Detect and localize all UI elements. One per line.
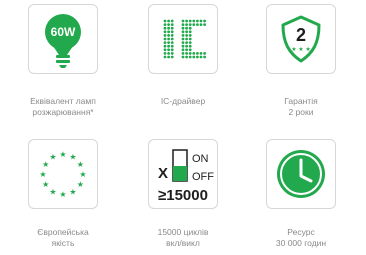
warranty-shield-icon: 2 ★ ★ ★ [266, 4, 336, 74]
clock-icon [266, 139, 336, 209]
star-icon: ★ [59, 190, 66, 199]
star-icon: ★ [77, 160, 84, 169]
star-icon: ★ [79, 170, 86, 179]
feature-caption: Європейська якість [37, 227, 89, 248]
feature-caption: Гарантія 2 роки [284, 96, 318, 117]
star-icon: ★ [42, 160, 49, 169]
star-icon: ★ [59, 150, 66, 159]
feature-caption: Еквівалент ламп розжарювання* [30, 96, 96, 117]
wattage-badge: 60W [51, 25, 76, 39]
cross-icon: X [158, 165, 168, 182]
star-icon: ★ [39, 170, 46, 179]
eu-stars-icon: ★ ★ ★ ★ ★ ★ ★ ★ ★ ★ ★ ★ [28, 139, 98, 209]
off-label: OFF [192, 171, 214, 183]
star-icon: ★ ★ ★ [291, 46, 310, 53]
on-off-switch-icon: X ON OFF ≥15000 [148, 139, 218, 209]
star-icon: ★ [42, 180, 49, 189]
feature-caption: IC-драйвер [160, 96, 206, 106]
star-icon: ★ [49, 153, 56, 162]
cycle-count: ≥15000 [158, 187, 208, 204]
led-bulb-icon: 60W [28, 4, 98, 74]
star-icon: ★ [49, 187, 56, 196]
feature-caption: 15000 циклів вкл/викл [157, 227, 209, 248]
feature-caption: Ресурс 30 000 годин [275, 227, 327, 248]
ic-driver-icon [148, 4, 218, 74]
star-icon: ★ [69, 153, 76, 162]
on-label: ON [192, 153, 209, 165]
star-icon: ★ [77, 180, 84, 189]
star-icon: ★ [69, 187, 76, 196]
warranty-years: 2 [296, 25, 306, 45]
